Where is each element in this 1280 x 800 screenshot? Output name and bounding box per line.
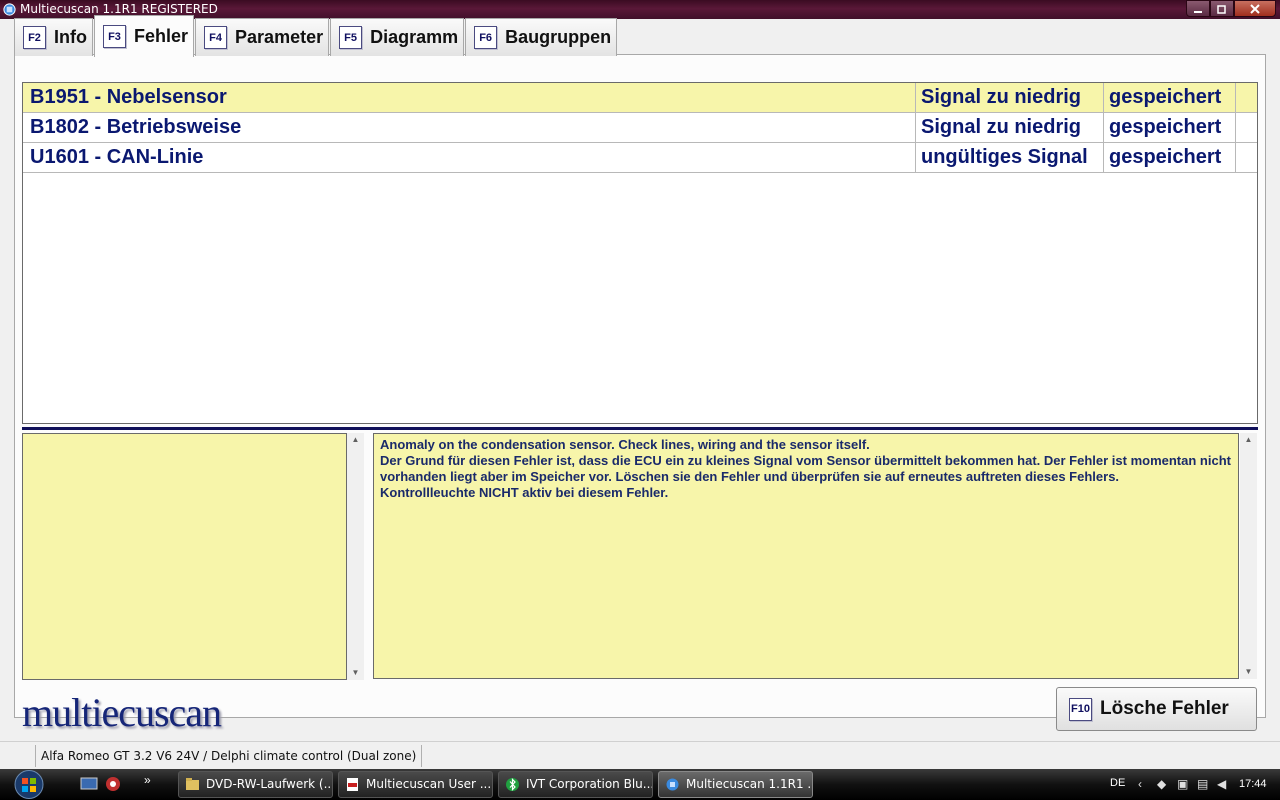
tab-diagramm[interactable]: F5 Diagramm [330, 18, 465, 56]
tab-info[interactable]: F2 Info [14, 18, 93, 56]
tab-baugruppen[interactable]: F6 Baugruppen [465, 18, 618, 56]
taskbar-item-multiecuscan[interactable]: Multiecuscan 1.1R1 ... [658, 771, 813, 798]
multiecuscan-logo: multiecuscan [22, 690, 222, 735]
fault-row[interactable]: B1951 - Nebelsensor Signal zu niedrig ge… [23, 83, 1257, 113]
bluetooth-icon [506, 778, 519, 791]
tab-label: Parameter [235, 27, 324, 47]
fault-cell-empty [1236, 113, 1257, 142]
taskbar-item-bluetooth[interactable]: IVT Corporation Blu... [498, 771, 653, 798]
minimize-button[interactable] [1186, 0, 1210, 17]
tab-label: Fehler [134, 26, 189, 46]
detail-line: Der Grund für diesen Fehler ist, dass di… [380, 453, 1231, 484]
fault-state: gespeichert [1104, 143, 1236, 172]
detail-scrollbar[interactable]: ▲ ▼ [1240, 433, 1257, 679]
scroll-down-icon[interactable]: ▼ [1240, 665, 1257, 679]
fault-state: gespeichert [1104, 113, 1236, 142]
tab-fehler[interactable]: F3 Fehler [94, 15, 195, 57]
scroll-down-icon[interactable]: ▼ [347, 666, 364, 680]
fault-row[interactable]: U1601 - CAN-Linie ungültiges Signal gesp… [23, 143, 1257, 173]
detail-line: Anomaly on the condensation sensor. Chec… [380, 437, 870, 452]
fkey-badge: F5 [339, 26, 363, 49]
scroll-up-icon[interactable]: ▲ [1240, 433, 1257, 447]
panel-divider[interactable] [22, 427, 1258, 430]
clear-faults-label: Lösche Fehler [1100, 698, 1229, 719]
freeze-frame-pane[interactable] [22, 433, 347, 680]
taskbar: » DVD-RW-Laufwerk (... Multiecuscan User… [0, 769, 1280, 800]
app-icon [666, 778, 679, 791]
show-desktop-icon[interactable] [80, 776, 98, 792]
quicklaunch-more-icon[interactable]: » [144, 773, 151, 787]
close-icon [1250, 3, 1260, 14]
maximize-button[interactable] [1210, 0, 1234, 17]
fault-description: Signal zu niedrig [916, 113, 1104, 142]
tray-clock[interactable]: 17:44 [1239, 778, 1267, 790]
fault-description: ungültiges Signal [916, 143, 1104, 172]
tab-label: Baugruppen [505, 27, 612, 47]
tray-expand-icon[interactable]: ‹ [1138, 777, 1142, 791]
fault-description: Signal zu niedrig [916, 83, 1104, 112]
taskbar-item-dvd[interactable]: DVD-RW-Laufwerk (... [178, 771, 333, 798]
detail-line: Kontrollleuchte NICHT aktiv bei diesem F… [380, 485, 669, 500]
freeze-frame-scrollbar[interactable]: ▲ ▼ [347, 433, 364, 680]
language-indicator[interactable]: DE [1110, 777, 1125, 789]
fault-detail-text[interactable]: Anomaly on the condensation sensor. Chec… [373, 433, 1239, 679]
folder-icon [186, 778, 199, 790]
task-label: Multiecuscan 1.1R1 ... [686, 777, 813, 791]
fault-code: B1802 - Betriebsweise [23, 113, 916, 142]
scroll-up-icon[interactable]: ▲ [347, 433, 364, 447]
fkey-badge: F10 [1069, 697, 1092, 721]
volume-icon[interactable]: ◀ [1217, 777, 1226, 791]
tray-app-icon[interactable]: ◆ [1157, 777, 1166, 791]
fkey-badge: F2 [23, 26, 46, 49]
fkey-badge: F3 [103, 25, 126, 48]
network-icon[interactable]: ▤ [1197, 777, 1208, 791]
window-controls [1186, 0, 1276, 18]
vehicle-status: Alfa Romeo GT 3.2 V6 24V / Delphi climat… [35, 745, 423, 767]
restore-icon [1217, 4, 1226, 14]
fault-cell-empty [1236, 143, 1257, 172]
fkey-badge: F6 [474, 26, 498, 49]
fault-row[interactable]: B1802 - Betriebsweise Signal zu niedrig … [23, 113, 1257, 143]
clear-faults-button[interactable]: F10 Lösche Fehler [1056, 687, 1257, 731]
fault-state: gespeichert [1104, 83, 1236, 112]
fault-cell-empty [1236, 83, 1257, 112]
browser-icon[interactable] [104, 776, 122, 792]
task-label: DVD-RW-Laufwerk (... [206, 777, 333, 791]
task-label: IVT Corporation Blu... [526, 777, 653, 791]
pdf-icon [347, 778, 358, 791]
tab-parameter[interactable]: F4 Parameter [195, 18, 330, 56]
fault-list[interactable]: B1951 - Nebelsensor Signal zu niedrig ge… [22, 82, 1258, 424]
task-label: Multiecuscan User ... [366, 777, 492, 791]
minimize-icon [1194, 10, 1202, 13]
taskbar-item-manual[interactable]: Multiecuscan User ... [338, 771, 493, 798]
close-button[interactable] [1234, 0, 1276, 17]
fault-code: B1951 - Nebelsensor [23, 83, 916, 112]
fkey-badge: F4 [204, 26, 228, 49]
tab-label: Info [54, 27, 87, 47]
tray-device-icon[interactable]: ▣ [1177, 777, 1188, 791]
tab-label: Diagramm [370, 27, 459, 47]
status-bar: Alfa Romeo GT 3.2 V6 24V / Delphi climat… [0, 741, 1280, 769]
start-button[interactable] [9, 769, 49, 800]
tab-strip: F2 Info F3 Fehler F4 Parameter F5 Diagra… [14, 14, 618, 57]
fault-code: U1601 - CAN-Linie [23, 143, 916, 172]
